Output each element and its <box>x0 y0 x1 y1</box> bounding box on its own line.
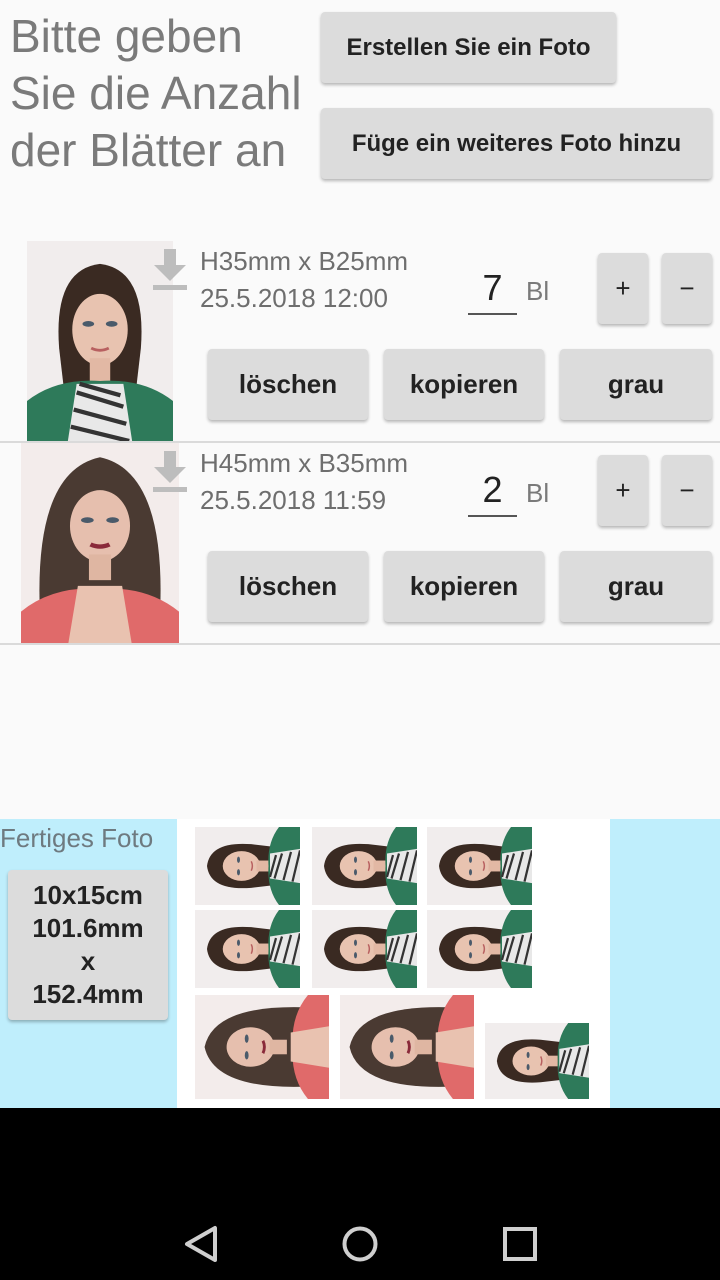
back-triangle-icon[interactable] <box>182 1225 220 1268</box>
sheet-unit-label: Bl <box>526 276 550 306</box>
sheet-unit-label: Bl <box>526 478 550 508</box>
grayscale-button[interactable]: grau <box>560 551 712 622</box>
create-photo-button[interactable]: Erstellen Sie ein Foto <box>321 12 616 83</box>
photo-row: H35mm x B25mm 25.5.2018 12:00 7 Bl + − l… <box>0 241 720 443</box>
grayscale-button[interactable]: grau <box>560 349 712 420</box>
increment-button[interactable]: + <box>598 253 648 324</box>
delete-button[interactable]: löschen <box>208 349 368 420</box>
download-icon[interactable] <box>150 449 190 500</box>
sheet-photo <box>427 827 532 905</box>
navigation-bar <box>0 1108 720 1280</box>
sheet-photo <box>340 995 474 1099</box>
format-line: x <box>80 946 96 976</box>
increment-button[interactable]: + <box>598 455 648 526</box>
format-line: 10x15cm <box>33 880 143 910</box>
photo-date: 25.5.2018 11:59 <box>200 485 387 515</box>
copy-button[interactable]: kopieren <box>384 551 544 622</box>
format-line: 152.4mm <box>32 979 144 1009</box>
print-sheet-preview <box>177 819 610 1108</box>
decrement-button[interactable]: − <box>662 253 712 324</box>
download-icon[interactable] <box>150 247 190 298</box>
finished-photo-label: Fertiges Foto <box>0 823 154 853</box>
delete-button[interactable]: löschen <box>208 551 368 622</box>
finished-photo-panel: Fertiges Foto 10x15cm 101.6mm x 152.4mm <box>0 819 720 1108</box>
recents-square-icon[interactable] <box>502 1226 538 1267</box>
add-photo-button[interactable]: Füge ein weiteres Foto hinzu <box>321 108 712 179</box>
sheet-photo <box>312 910 417 988</box>
sheet-photo <box>427 910 532 988</box>
sheet-photo <box>312 827 417 905</box>
sheet-photo <box>195 910 300 988</box>
photo-date: 25.5.2018 12:00 <box>200 283 388 313</box>
home-circle-icon[interactable] <box>341 1225 379 1268</box>
format-line: 101.6mm <box>32 913 144 943</box>
photo-size: H45mm x B35mm <box>200 448 409 478</box>
photo-size: H35mm x B25mm <box>200 246 409 276</box>
sheet-photo <box>195 827 300 905</box>
sheet-photo <box>485 1023 589 1099</box>
copy-button[interactable]: kopieren <box>384 349 544 420</box>
sheet-count-input[interactable]: 7 <box>468 267 517 315</box>
sheet-count-prompt: Bitte geben Sie die Anzahl der Blätter a… <box>10 10 302 176</box>
paper-format-button[interactable]: 10x15cm 101.6mm x 152.4mm <box>8 870 168 1020</box>
sheet-count-input[interactable]: 2 <box>468 469 517 517</box>
sheet-photo <box>195 995 329 1099</box>
photo-row: H45mm x B35mm 25.5.2018 11:59 2 Bl + − l… <box>0 443 720 645</box>
decrement-button[interactable]: − <box>662 455 712 526</box>
